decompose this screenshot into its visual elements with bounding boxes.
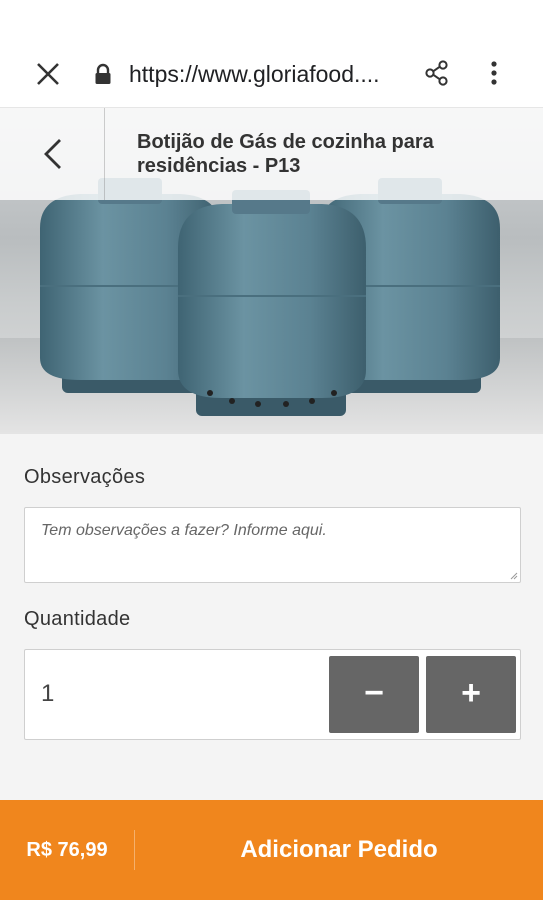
add-order-button[interactable]: Adicionar Pedido: [135, 800, 543, 900]
url-field[interactable]: https://www.gloriafood....: [129, 59, 419, 89]
product-header: Botijão de Gás de cozinha para residênci…: [0, 108, 543, 200]
product-title: Botijão de Gás de cozinha para residênci…: [137, 131, 434, 177]
lock-icon: [95, 63, 111, 84]
chevron-left-icon: [44, 139, 61, 169]
notes-label: Observações: [24, 466, 146, 488]
back-button[interactable]: [0, 108, 105, 200]
browser-toolbar: https://www.gloriafood....: [0, 40, 543, 108]
increment-button[interactable]: +: [426, 656, 516, 733]
quantity-stepper: 1 − +: [24, 649, 521, 740]
close-icon[interactable]: [30, 56, 66, 92]
decrement-button[interactable]: −: [329, 656, 419, 733]
order-bar: R$ 76,99 Adicionar Pedido: [0, 800, 543, 900]
order-form: Observações Tem observações a fazer? Inf…: [0, 434, 543, 800]
quantity-input[interactable]: 1: [41, 680, 54, 708]
notes-input[interactable]: Tem observações a fazer? Informe aqui.: [24, 507, 521, 583]
more-vert-icon[interactable]: [484, 58, 504, 88]
resize-handle-icon[interactable]: [510, 572, 518, 580]
quantity-label: Quantidade: [24, 608, 131, 630]
order-price: R$ 76,99: [26, 839, 108, 861]
notes-placeholder: Tem observações a fazer? Informe aqui.: [41, 522, 327, 539]
share-icon[interactable]: [422, 58, 452, 88]
status-bar: [0, 0, 543, 40]
